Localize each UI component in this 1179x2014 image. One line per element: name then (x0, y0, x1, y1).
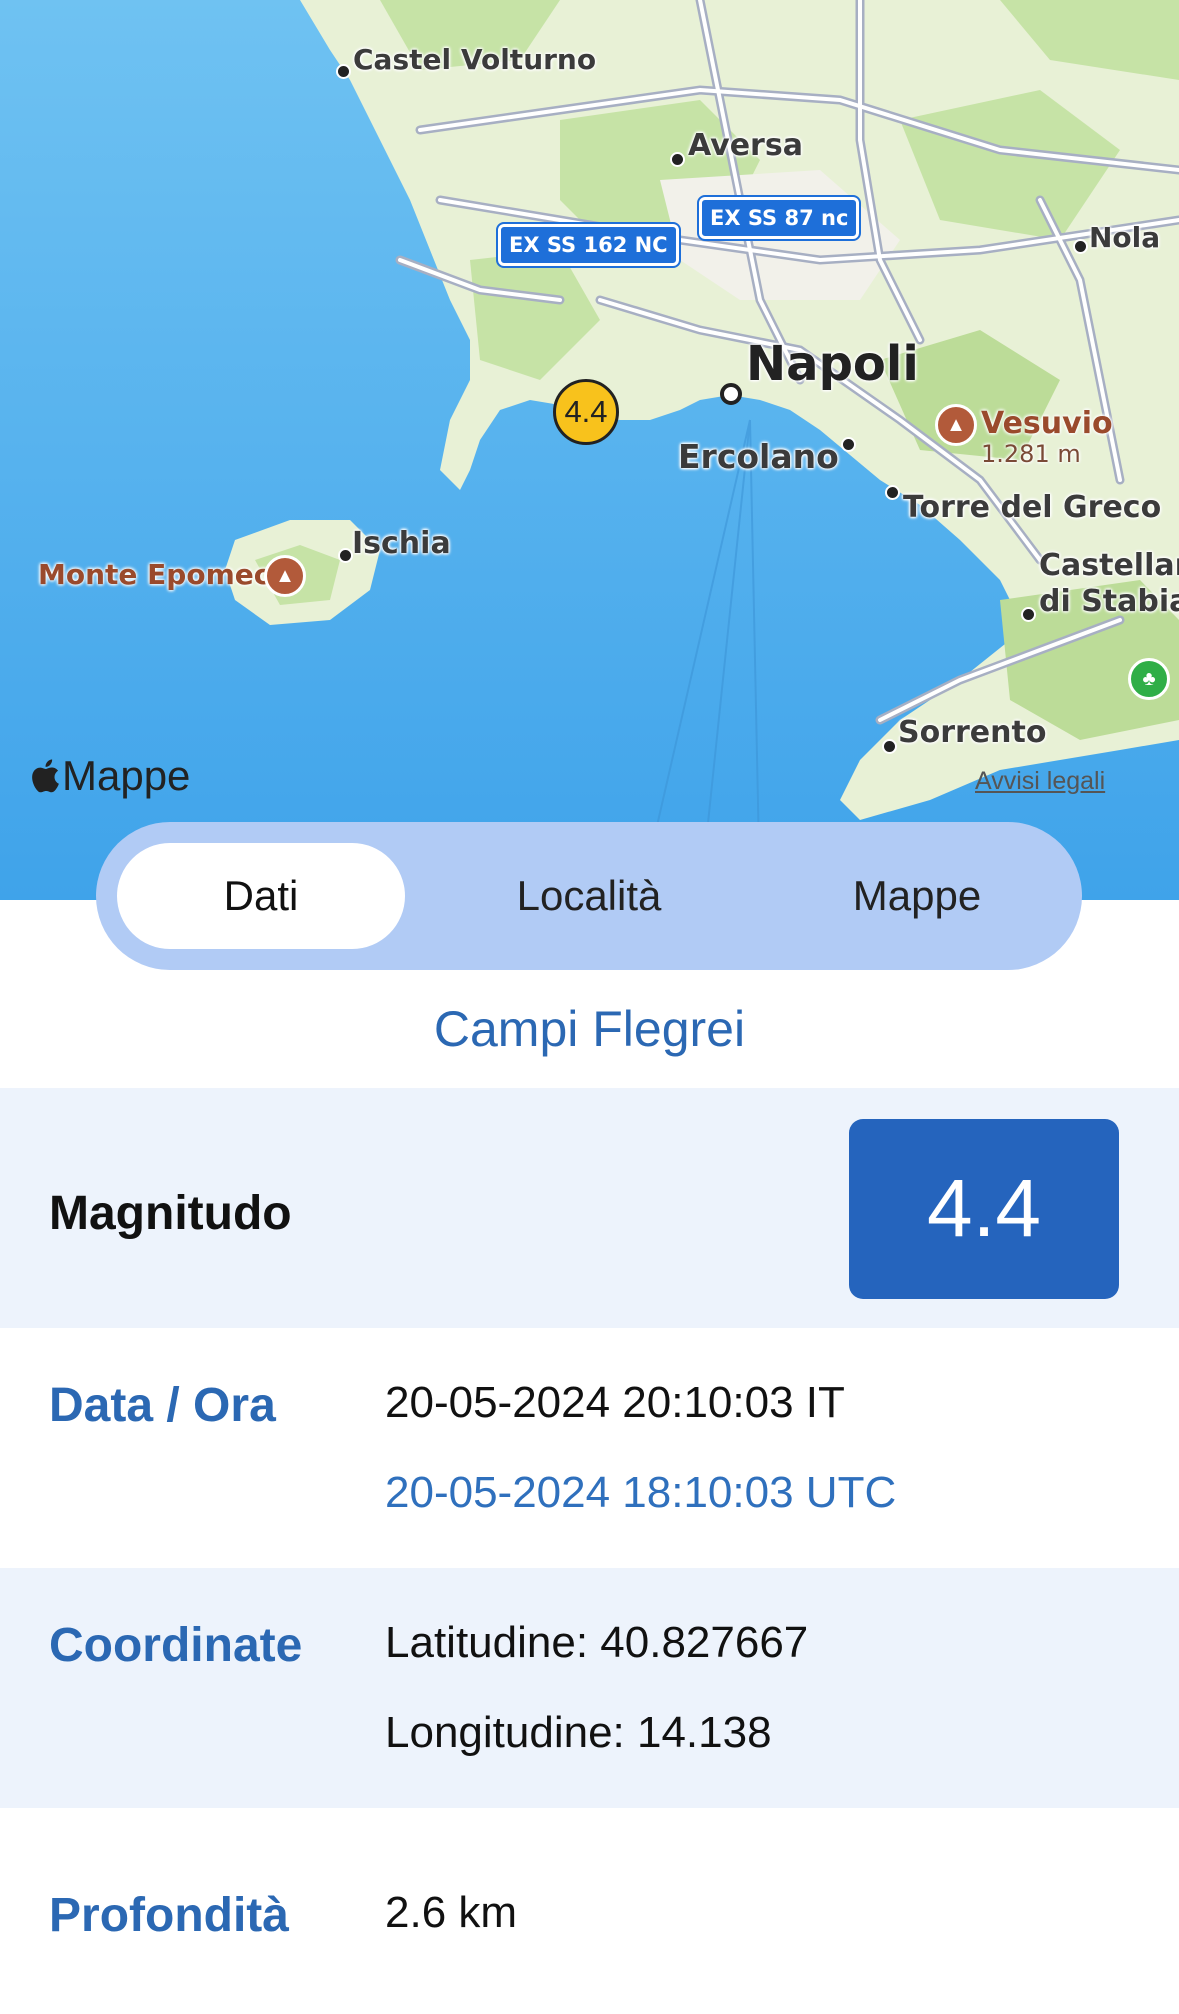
apple-logo-icon (32, 759, 59, 793)
tab-mappe[interactable]: Mappe (773, 843, 1061, 949)
volcano-icon[interactable]: ▲ (935, 404, 977, 446)
tab-dati[interactable]: Dati (117, 843, 405, 949)
place-dot (882, 739, 897, 754)
depth-value: 2.6 km (385, 1888, 518, 1937)
legal-notices-link[interactable]: Avvisi legali (975, 767, 1105, 796)
utc-time-value: 20-05-2024 18:10:03 UTC (385, 1468, 897, 1517)
vesuvio-height: 1.281 m (981, 440, 1081, 468)
road-shield: EX SS 162 NC (496, 222, 681, 268)
longitude-value: Longitudine: 14.138 (385, 1708, 772, 1757)
place-label-ischia: Ischia (352, 526, 451, 561)
place-dot (336, 64, 351, 79)
place-label-napoli: Napoli (746, 336, 919, 392)
map-view[interactable]: Castel Volturno Aversa Nola Napoli Ercol… (0, 0, 1179, 900)
date-time-row: Data / Ora 20-05-2024 20:10:03 IT 20-05-… (0, 1328, 1179, 1568)
place-dot (670, 152, 685, 167)
earthquake-marker[interactable]: 4.4 (553, 379, 619, 445)
magnitude-value-badge: 4.4 (849, 1119, 1119, 1299)
place-label-nola: Nola (1089, 221, 1161, 254)
coordinates-label: Coordinate (49, 1619, 303, 1672)
date-time-label: Data / Ora (49, 1379, 276, 1432)
latitude-value: Latitudine: 40.827667 (385, 1618, 809, 1667)
place-dot (338, 548, 353, 563)
place-label-di-stabia: di Stabia (1039, 584, 1179, 619)
place-label-sorrento: Sorrento (898, 715, 1047, 750)
place-title: Campi Flegrei (433, 1001, 746, 1057)
place-dot (885, 485, 900, 500)
place-dot (1021, 607, 1036, 622)
place-label-aversa: Aversa (688, 128, 803, 163)
place-label-torre-del-greco: Torre del Greco (903, 490, 1162, 525)
coordinates-row: Coordinate Latitudine: 40.827667 Longitu… (0, 1568, 1179, 1808)
place-label-castel-volturno: Castel Volturno (353, 43, 597, 76)
mountain-icon[interactable]: ▲ (264, 555, 306, 597)
depth-label: Profondità (49, 1889, 289, 1942)
place-label-ercolano: Ercolano (678, 437, 839, 476)
place-label-monte-epomeo: Monte Epomeo (38, 558, 273, 591)
magnitude-row: Magnitudo 4.4 (0, 1088, 1179, 1328)
place-label-vesuvio: Vesuvio (981, 406, 1113, 441)
road-shield: EX SS 87 nc (696, 195, 862, 241)
tab-segmented-control: Dati Località Mappe (96, 822, 1082, 970)
tab-localita[interactable]: Località (445, 843, 733, 949)
depth-row: Profondità 2.6 km (0, 1808, 1179, 2014)
capital-dot (720, 383, 742, 405)
park-icon[interactable]: ♣ (1128, 658, 1170, 700)
maps-brand-label: Mappe (62, 752, 191, 799)
place-dot (841, 437, 856, 452)
maps-brand: Mappe (30, 752, 190, 800)
magnitude-label: Magnitudo (49, 1187, 292, 1240)
place-label-castellammare: Castellan (1039, 548, 1179, 583)
local-time-value: 20-05-2024 20:10:03 IT (385, 1378, 845, 1427)
place-dot (1073, 239, 1088, 254)
